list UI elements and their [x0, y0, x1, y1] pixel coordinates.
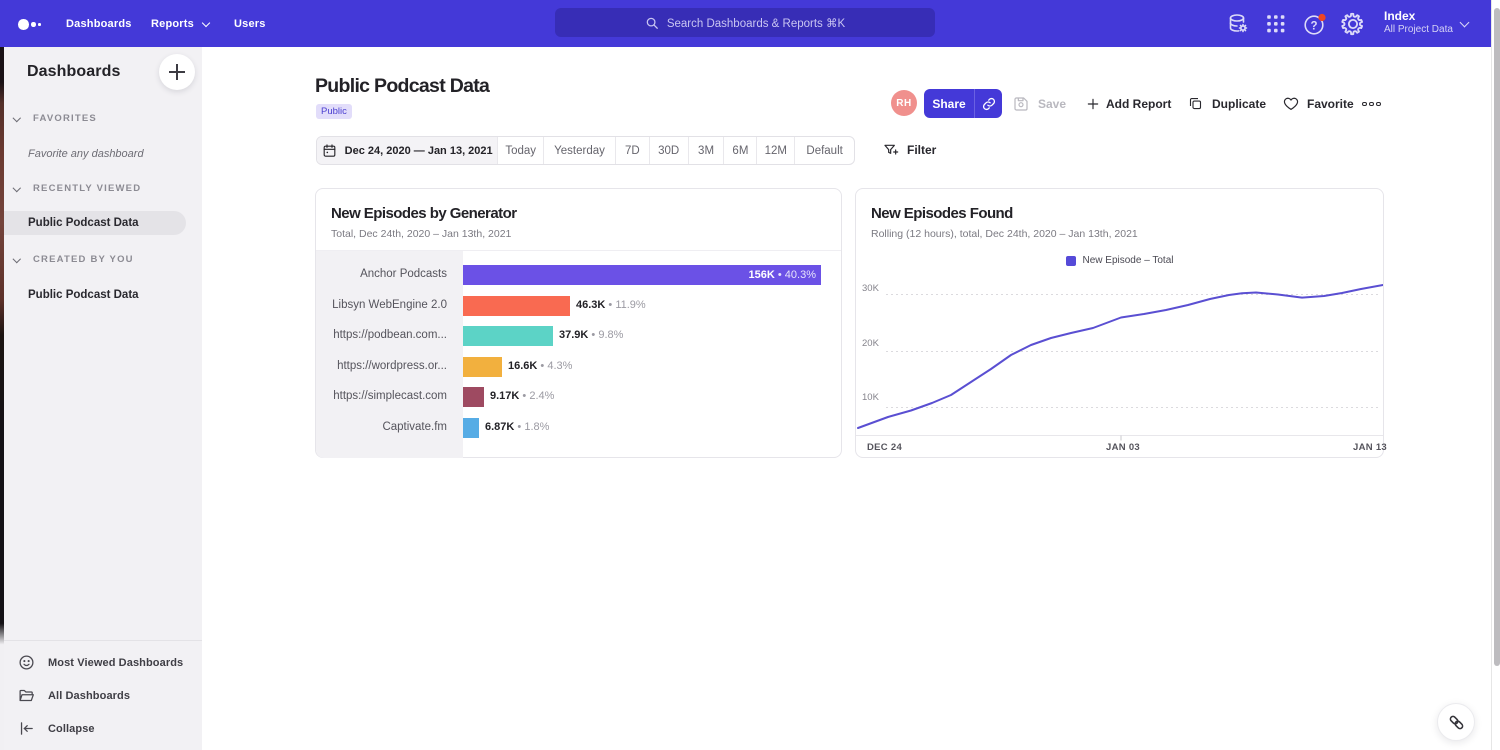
svg-text:?: ? [1310, 20, 1317, 32]
